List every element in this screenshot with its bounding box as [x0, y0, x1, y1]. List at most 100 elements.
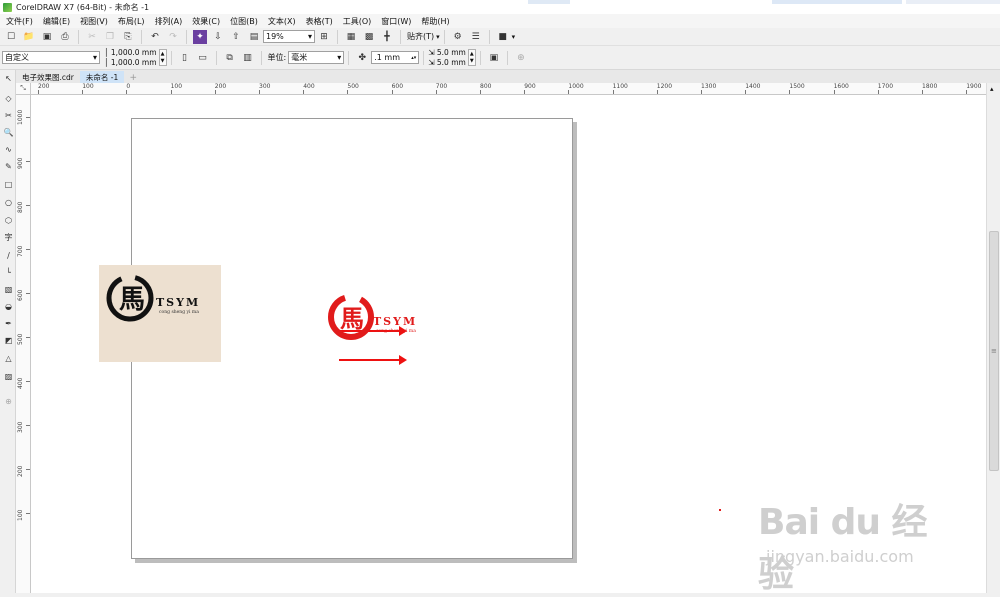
original-logo-image[interactable]: 馬 TSYM cong sheng yi ma: [99, 265, 221, 362]
text-tool-icon[interactable]: 字: [3, 232, 14, 243]
cut-icon[interactable]: ✂: [85, 30, 99, 44]
open-folder-icon[interactable]: 📁: [22, 30, 36, 44]
publish-pdf-icon[interactable]: ▤: [247, 30, 261, 44]
menu-view[interactable]: 视图(V): [76, 16, 114, 27]
drop-shadow-icon[interactable]: ▧: [3, 284, 14, 295]
menu-tools[interactable]: 工具(O): [339, 16, 378, 27]
menu-layout[interactable]: 布局(L): [114, 16, 151, 27]
page-width-field[interactable]: │ 1,000.0 mm: [104, 48, 157, 58]
new-document-icon[interactable]: ☐: [4, 30, 18, 44]
save-icon[interactable]: ▣: [40, 30, 54, 44]
portrait-icon[interactable]: ▯: [178, 51, 192, 65]
tab-document-2[interactable]: 未命名 -1: [79, 71, 125, 83]
toolbox: ↖ ◇ ✂ 🔍 ∿ ✎ □ ○ ⬡ 字 ∕ └ ▧ ◒ ✒ ◩ △ ▨ ⊕: [0, 70, 16, 593]
menu-file[interactable]: 文件(F): [2, 16, 39, 27]
parallel-dimension-icon[interactable]: ∕: [3, 250, 14, 261]
show-rulers-icon[interactable]: ▦: [344, 30, 358, 44]
ruler-tick: [26, 293, 30, 294]
red-logo-vector[interactable]: 馬 TSYM cong sheng yi ma: [325, 289, 437, 345]
connector-tool-icon[interactable]: └: [3, 267, 14, 278]
snap-to-menu[interactable]: 贴齐(T): [405, 31, 436, 42]
ruler-tick: [259, 90, 260, 94]
ellipse-tool-icon[interactable]: ○: [3, 197, 14, 208]
nudge-icon: ✤: [358, 52, 366, 63]
zoom-level-combo[interactable]: 19% ▾: [263, 30, 315, 43]
color-eyedropper-icon[interactable]: ✒: [3, 318, 14, 329]
duplicate-distance-spinner[interactable]: ▲ ▼: [467, 49, 476, 66]
scrollbar-thumb[interactable]: ≡: [989, 231, 999, 471]
quick-customize-icon[interactable]: ⊕: [514, 51, 528, 65]
window-title: CorelDRAW X7 (64-Bit) - 未命名 -1: [16, 2, 150, 12]
page-height-field[interactable]: │ 1,000.0 mm: [104, 58, 157, 68]
nudge-distance-field[interactable]: .1 mm ▴▾: [371, 51, 420, 64]
separator: [260, 50, 262, 65]
arrow-bottom[interactable]: [339, 355, 407, 365]
crop-tool-icon[interactable]: ✂: [3, 110, 14, 121]
tab-document-1[interactable]: 电子效果图.cdr: [16, 71, 80, 83]
current-page-icon[interactable]: ▥: [241, 51, 255, 65]
copy-icon[interactable]: ❐: [103, 30, 117, 44]
options-icon[interactable]: ⚙: [451, 30, 465, 44]
menu-text[interactable]: 文本(X): [264, 16, 302, 27]
ruler-tick-label: 600: [391, 83, 404, 90]
ruler-tick: [701, 90, 702, 94]
outline-pen-icon[interactable]: ▨: [3, 371, 14, 382]
rectangle-tool-icon[interactable]: □: [3, 179, 14, 190]
welcome-screen-icon[interactable]: ■: [496, 30, 510, 44]
show-guidelines-icon[interactable]: ╋: [380, 30, 394, 44]
add-tab-icon[interactable]: +: [128, 73, 138, 83]
polygon-tool-icon[interactable]: ⬡: [3, 215, 14, 226]
artistic-media-icon[interactable]: ✎: [3, 161, 14, 172]
logo-graphic: 馬 TSYM cong sheng yi ma: [106, 274, 199, 322]
show-grid-icon[interactable]: ▩: [362, 30, 376, 44]
pick-tool-icon[interactable]: ↖: [3, 73, 14, 84]
all-pages-icon[interactable]: ⧉: [223, 51, 237, 65]
landscape-icon[interactable]: ▭: [196, 51, 210, 65]
ruler-tick-label: 900: [524, 83, 536, 90]
ruler-tick-label: 100: [170, 83, 183, 90]
menu-edit[interactable]: 编辑(E): [39, 16, 76, 27]
page-size-spinner[interactable]: ▲ ▼: [158, 49, 167, 66]
redo-icon[interactable]: ↷: [166, 30, 180, 44]
ruler-tick: [26, 513, 30, 514]
menu-arrange[interactable]: 排列(A): [151, 16, 189, 27]
units-combo[interactable]: 毫米 ▾: [288, 51, 345, 64]
smart-fill-icon[interactable]: △: [3, 353, 14, 364]
export-icon[interactable]: ⇧: [229, 30, 243, 44]
zoom-level-value: 19%: [266, 32, 284, 41]
vertical-scrollbar[interactable]: ▴ ≡: [986, 83, 1000, 593]
ruler-tick: [568, 90, 570, 94]
menu-bitmaps[interactable]: 位图(B): [226, 16, 264, 27]
shape-tool-icon[interactable]: ◇: [3, 93, 14, 104]
duplicate-x-field[interactable]: ⇲ 5.0 mm: [428, 48, 466, 58]
search-content-icon[interactable]: ✦: [193, 29, 207, 44]
duplicate-y-field[interactable]: ⇲ 5.0 mm: [428, 58, 466, 68]
application-launcher-icon[interactable]: ☰: [469, 30, 483, 44]
menu-effects[interactable]: 效果(C): [188, 16, 226, 27]
add-tool-icon[interactable]: ⊕: [3, 396, 14, 407]
page-border-icon[interactable]: ▣: [487, 51, 501, 65]
menu-help[interactable]: 帮助(H): [417, 16, 455, 27]
interactive-fill-icon[interactable]: ◩: [3, 335, 14, 346]
ruler-origin-icon[interactable]: ⤡: [16, 83, 31, 95]
horizontal-ruler[interactable]: 200 100 0 100 200 300 400 500 600 700 800 900 1000 11…: [31, 83, 986, 95]
duplicate-distance-fields: ⇲ 5.0 mm ⇲ 5.0 mm: [428, 48, 466, 68]
ruler-tick: [391, 90, 393, 94]
scroll-up-icon[interactable]: ▴: [990, 85, 994, 93]
menu-window[interactable]: 窗口(W): [377, 16, 417, 27]
ruler-tick-label: 1300: [701, 83, 717, 90]
full-screen-icon[interactable]: ⊞: [317, 30, 331, 44]
chevron-down-icon: ▾: [337, 53, 342, 62]
import-icon[interactable]: ⇩: [211, 30, 225, 44]
print-icon[interactable]: ⎙: [58, 30, 72, 44]
vertical-ruler[interactable]: 1000 900 800 700 600 500 400 300 200 100: [16, 95, 31, 593]
paper-preset-combo[interactable]: 自定义 ▾: [2, 51, 100, 64]
watermark-url: jingyan.baidu.com: [766, 547, 914, 566]
zoom-tool-icon[interactable]: 🔍: [3, 127, 14, 138]
menu-table[interactable]: 表格(T): [302, 16, 339, 27]
paste-icon[interactable]: ⎘: [121, 30, 135, 44]
freehand-tool-icon[interactable]: ∿: [3, 144, 14, 155]
separator: [506, 50, 508, 65]
transparency-tool-icon[interactable]: ◒: [3, 301, 14, 312]
undo-icon[interactable]: ↶: [148, 30, 162, 44]
